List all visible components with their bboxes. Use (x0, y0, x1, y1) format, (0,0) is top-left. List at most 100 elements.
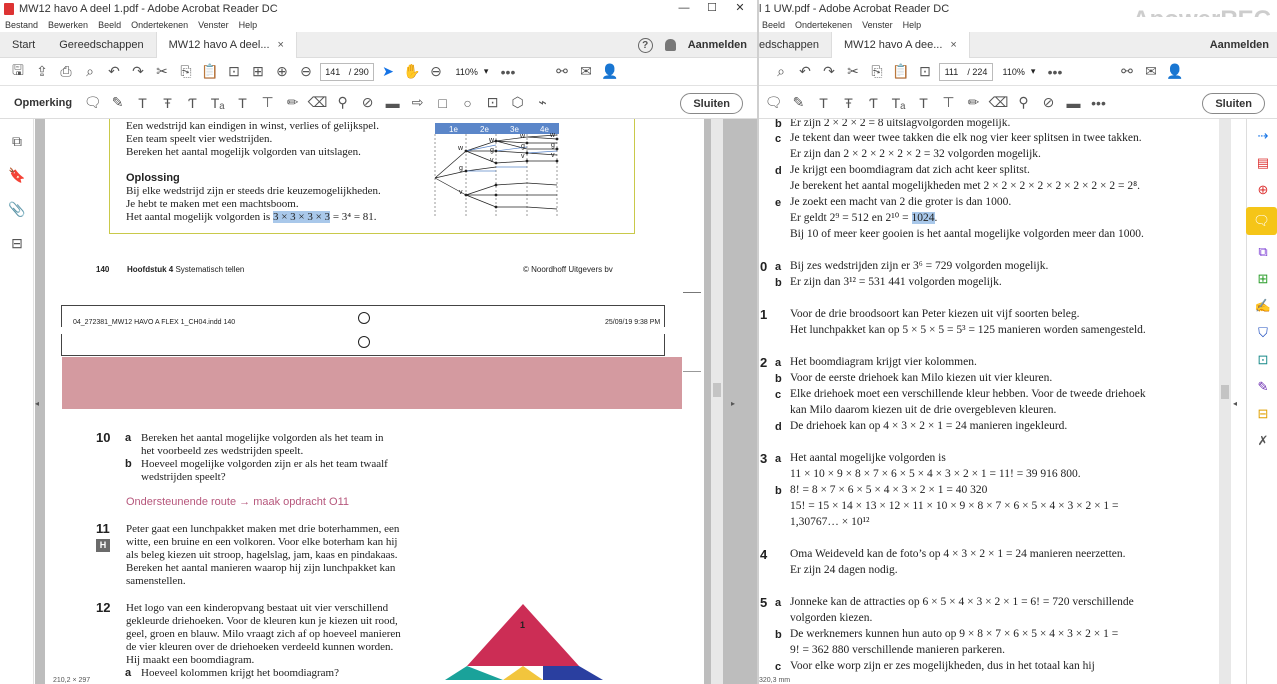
upload-icon[interactable]: ⇪ (30, 60, 54, 84)
search-icon[interactable]: ⌕ (78, 60, 102, 84)
replace-text-icon[interactable]: Ƭ (180, 91, 205, 115)
insert-text-icon[interactable]: Tₐ (886, 91, 911, 115)
tab-document[interactable]: MW12 havo A dee... × (830, 31, 970, 58)
zoom-dropdown[interactable]: 110% ▾ (448, 63, 496, 81)
tab-close-icon[interactable]: × (278, 32, 284, 58)
right-scroll-arrow-icon[interactable]: ▸ (731, 399, 735, 408)
menu-venster[interactable]: Venster (198, 20, 229, 30)
copy-icon[interactable]: ⎘ (865, 60, 889, 84)
left-scroll-arrow-icon[interactable]: ◂ (35, 399, 39, 408)
line-icon[interactable]: ▬ (1061, 91, 1086, 115)
save-icon[interactable]: 🖫 (6, 60, 30, 84)
signin-button[interactable]: Aanmelden (688, 39, 747, 51)
clipboard-icon[interactable]: 📋 (198, 60, 222, 84)
strikethrough-icon[interactable]: Ŧ (155, 91, 180, 115)
create-pdf-icon[interactable]: ▤ (1253, 153, 1273, 173)
redo-icon[interactable]: ↷ (126, 60, 150, 84)
scan-icon[interactable]: ⊡ (1253, 350, 1273, 370)
find-icon[interactable]: ⊞ (246, 60, 270, 84)
menu-bestand[interactable]: Bestand (5, 20, 38, 30)
right-vertical-scrollbar[interactable] (1219, 119, 1231, 684)
snapshot-icon[interactable]: ⊡ (222, 60, 246, 84)
text-underline-icon[interactable]: T (811, 91, 836, 115)
snapshot-icon[interactable]: ⊡ (913, 60, 937, 84)
link-icon[interactable]: ⚯ (550, 60, 574, 84)
highlight-icon[interactable]: ✎ (105, 91, 130, 115)
mail-icon[interactable]: ✉ (574, 60, 598, 84)
fill-sign-icon[interactable]: ✍ (1253, 296, 1273, 316)
polyline-icon[interactable]: ⌁ (530, 91, 555, 115)
close-comment-button[interactable]: Sluiten (1202, 93, 1265, 114)
cut-icon[interactable]: ✂ (150, 60, 174, 84)
sticky-note-icon[interactable]: 🗨 (80, 91, 105, 115)
hand-icon[interactable]: ✋ (400, 60, 424, 84)
attach-icon[interactable]: ⊘ (1036, 91, 1061, 115)
insert-text-icon[interactable]: Tₐ (205, 91, 230, 115)
text-field-icon[interactable]: ⊤ (936, 91, 961, 115)
oval-icon[interactable]: ○ (455, 91, 480, 115)
mail-icon[interactable]: ✉ (1139, 60, 1163, 84)
more-icon[interactable]: ••• (496, 60, 520, 84)
sticky-note-icon[interactable]: 🗨 (761, 91, 786, 115)
edit-pdf-icon[interactable]: ⊕ (1253, 180, 1273, 200)
attach-icon[interactable]: ⊘ (355, 91, 380, 115)
text-underline-icon[interactable]: T (130, 91, 155, 115)
pages-icon[interactable]: ⧉ (5, 129, 29, 153)
help-icon[interactable]: ? (637, 37, 653, 53)
protect-icon[interactable]: ⛉ (1253, 323, 1273, 343)
search-icon[interactable]: ⌕ (769, 60, 793, 84)
page-number-field[interactable]: 111 / 224 (939, 62, 993, 81)
tags-icon[interactable]: ⊟ (5, 231, 29, 255)
add-user-icon[interactable]: 👤 (1163, 60, 1187, 84)
left-document-area[interactable]: Een wedstrijd kan eindigen in winst, ver… (35, 119, 757, 684)
tab-document[interactable]: MW12 havo A deel... × (155, 31, 297, 58)
stamp-icon[interactable]: ⚲ (330, 91, 355, 115)
menu-venster[interactable]: Venster (862, 20, 893, 30)
strikethrough-icon[interactable]: Ŧ (836, 91, 861, 115)
pencil-icon[interactable]: ✏ (961, 91, 986, 115)
select-cursor-icon[interactable]: ➤ (376, 60, 400, 84)
right-document-area[interactable]: b Er zijn 2 × 2 × 2 = 8 uitslagvolgorden … (759, 119, 1246, 684)
attachment-icon[interactable]: 📎 (5, 197, 29, 221)
zoom-dropdown[interactable]: 110% ▾ (995, 63, 1043, 81)
zoom-out-icon[interactable]: ⊖ (424, 60, 448, 84)
eraser-icon[interactable]: ⌫ (305, 91, 330, 115)
menu-bewerken[interactable]: Bewerken (48, 20, 88, 30)
maximize-icon[interactable]: ☐ (698, 0, 726, 17)
pencil-icon[interactable]: ✏ (280, 91, 305, 115)
tab-start[interactable]: Start (0, 32, 47, 58)
stamp-icon[interactable]: ⚲ (1011, 91, 1036, 115)
bookmark-icon[interactable]: 🔖 (5, 163, 29, 187)
eraser-icon[interactable]: ⌫ (986, 91, 1011, 115)
redo-icon[interactable]: ↷ (817, 60, 841, 84)
comment-tool-icon[interactable]: 🗨 (1246, 207, 1277, 235)
scroll-arrow-left-icon[interactable]: ◂ (1233, 399, 1237, 408)
close-icon[interactable]: ✕ (726, 0, 754, 17)
menu-help[interactable]: Help (903, 20, 922, 30)
left-vertical-scrollbar[interactable] (711, 119, 723, 684)
send-review-icon[interactable]: ⊟ (1253, 404, 1273, 424)
minimize-icon[interactable]: — (670, 0, 698, 17)
bell-icon[interactable] (664, 39, 676, 51)
text-box-icon[interactable]: T (911, 91, 936, 115)
organize-pages-icon[interactable]: ⊞ (1253, 269, 1273, 289)
polygon-icon[interactable]: ⬡ (505, 91, 530, 115)
arrow-icon[interactable]: ⇨ (405, 91, 430, 115)
send-sign-icon[interactable]: ✎ (1253, 377, 1273, 397)
undo-icon[interactable]: ↶ (793, 60, 817, 84)
copy-icon[interactable]: ⎘ (174, 60, 198, 84)
line-icon[interactable]: ▬ (380, 91, 405, 115)
tab-tools[interactable]: edschappen (759, 32, 831, 58)
clipboard-icon[interactable]: 📋 (889, 60, 913, 84)
combine-files-icon[interactable]: ⧉ (1253, 242, 1273, 262)
menu-ondertekenen[interactable]: Ondertekenen (131, 20, 188, 30)
menu-help[interactable]: Help (239, 20, 258, 30)
cut-icon[interactable]: ✂ (841, 60, 865, 84)
signin-button[interactable]: Aanmelden (1210, 39, 1269, 51)
rectangle-icon[interactable]: □ (430, 91, 455, 115)
menu-beeld[interactable]: Beeld (762, 20, 785, 30)
tab-close-icon[interactable]: × (950, 32, 956, 58)
right-scroll-thumb[interactable] (1221, 385, 1229, 399)
export-pdf-icon[interactable]: ⇢ (1253, 126, 1273, 146)
page-down-icon[interactable]: ⊖ (294, 60, 318, 84)
